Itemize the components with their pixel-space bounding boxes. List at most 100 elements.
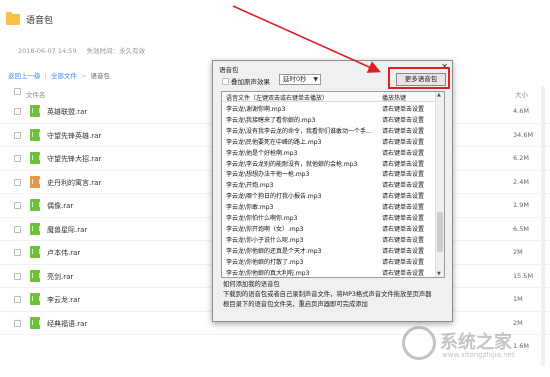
- voice-file-row[interactable]: 李云龙\开炮.mp3 请右键单击设置: [222, 179, 436, 189]
- voice-file-row[interactable]: 李云龙\谢谢你啊.mp3 请右键单击设置: [222, 103, 436, 113]
- file-checkbox[interactable]: [14, 202, 21, 209]
- overlay-checkbox[interactable]: [222, 77, 229, 85]
- breadcrumb-separator: |: [44, 72, 47, 80]
- voice-file-hotkey[interactable]: 请右键单击设置: [382, 246, 424, 255]
- rar-file-icon: [30, 269, 40, 282]
- site-watermark: 系统之家 www.xitongzhijia.net: [402, 322, 548, 366]
- scroll-up-icon[interactable]: ▲: [437, 92, 441, 98]
- voice-file-name[interactable]: 李云龙\没有我李云龙的命令，我看你们谁敢动一个手...: [226, 126, 378, 135]
- voice-file-hotkey[interactable]: 请右键单击设置: [382, 257, 424, 266]
- voice-file-row[interactable]: 李云龙\你他娘的还真是个天才.mp3 请右键单击设置: [222, 245, 436, 255]
- file-name[interactable]: 魔兽星际.rar: [47, 225, 87, 235]
- rar-file-icon: [30, 316, 40, 329]
- voice-file-name[interactable]: 李云龙\你他娘的还真是个天才.mp3: [226, 246, 378, 255]
- scroll-thumb[interactable]: [437, 212, 443, 252]
- file-checkbox[interactable]: [14, 272, 21, 280]
- voice-file-table: 语音文件（左键双击或右键单击播放） 播放热键 李云龙\谢谢你啊.mp3 请右键单击…: [221, 91, 445, 278]
- voice-file-row[interactable]: 李云龙\你怕什么啊你.mp3 请右键单击设置: [222, 212, 436, 222]
- voice-file-row[interactable]: 李云龙\你敢.mp3 请右键单击设置: [222, 201, 436, 211]
- voice-file-hotkey[interactable]: 请右键单击设置: [382, 126, 424, 135]
- file-size: 34.6M: [513, 130, 534, 139]
- voice-file-hotkey[interactable]: 请右键单击设置: [382, 169, 424, 178]
- voice-file-hotkey[interactable]: 请右键单击设置: [382, 137, 424, 146]
- file-name[interactable]: 守望先锋大招.rar: [47, 154, 101, 164]
- breadcrumb-arrow: >: [80, 72, 87, 80]
- voice-file-hotkey[interactable]: 请右键单击设置: [382, 104, 424, 113]
- file-name[interactable]: 英雄联盟.rar: [47, 107, 87, 117]
- voice-file-row[interactable]: 李云龙\你小子说什么呢.mp3 请右键单击设置: [222, 234, 436, 244]
- file-size: 15.5M: [513, 271, 534, 280]
- file-checkbox[interactable]: [14, 131, 21, 139]
- file-checkbox[interactable]: [14, 296, 21, 303]
- voice-file-hotkey[interactable]: 请右键单击设置: [382, 213, 424, 222]
- voice-file-name[interactable]: 李云龙\你小子说什么呢.mp3: [226, 235, 378, 244]
- breadcrumb-all-files-link[interactable]: 全部文件: [51, 72, 77, 80]
- column-size[interactable]: 大小: [515, 89, 528, 99]
- voice-file-row[interactable]: 李云龙\你他娘的打散了.mp3 请右键单击设置: [222, 256, 436, 266]
- file-size: 6.5M: [513, 224, 529, 233]
- file-name[interactable]: 守望先锋英雄.rar: [47, 131, 101, 141]
- voice-file-name[interactable]: 李云龙\我接瞎来了看你娘的.mp3: [226, 115, 378, 124]
- voice-file-name[interactable]: 李云龙\你开炮啊（女）.mp3: [226, 224, 378, 233]
- voice-file-row[interactable]: 李云龙\我接瞎来了看你娘的.mp3 请右键单击设置: [222, 114, 436, 124]
- voice-file-name[interactable]: 李云龙\你敢.mp3: [226, 202, 378, 211]
- delay-select[interactable]: 延时0秒 ▼: [279, 74, 321, 85]
- file-checkbox[interactable]: [14, 319, 21, 327]
- folder-icon: [6, 12, 20, 25]
- file-name[interactable]: 卢本伟.rar: [47, 248, 80, 258]
- file-checkbox[interactable]: [14, 155, 21, 162]
- voice-file-name[interactable]: 李云龙\你怕什么啊你.mp3: [226, 213, 378, 222]
- watermark-url: www.xitongzhijia.net: [442, 351, 515, 359]
- file-name[interactable]: 亮剑.rar: [47, 272, 73, 282]
- voice-file-name[interactable]: 李云龙\你他娘的真大利啦.mp3: [226, 268, 378, 277]
- voice-file-name[interactable]: 李云龙\你他娘的打散了.mp3: [226, 257, 378, 266]
- voice-file-hotkey[interactable]: 请右键单击设置: [382, 235, 424, 244]
- rar-file-icon: [30, 175, 40, 188]
- voice-file-hotkey[interactable]: 请右键单击设置: [382, 115, 424, 124]
- voice-file-row[interactable]: 李云龙\你开炮啊（女）.mp3 请右键单击设置: [222, 223, 436, 233]
- overlay-option[interactable]: 叠加原声效果: [222, 76, 270, 86]
- share-meta: 2018-06-07 14:59 失效时间：永久有效: [18, 45, 153, 55]
- voice-file-row[interactable]: 李云龙\没有我李云龙的命令，我看你们谁敢动一个手... 请右键单击设置: [222, 125, 436, 135]
- file-name[interactable]: 李云龙.rar: [47, 295, 80, 305]
- voice-file-hotkey[interactable]: 请右键单击设置: [382, 268, 424, 277]
- column-filename[interactable]: 文件名: [26, 89, 46, 99]
- file-checkbox[interactable]: [14, 178, 21, 186]
- voice-file-name[interactable]: 李云龙\民他要死在中峰的路上.mp3: [226, 137, 378, 146]
- file-size: 2.4M: [513, 177, 529, 186]
- breadcrumb-back-link[interactable]: 返回上一级: [8, 72, 41, 80]
- voice-file-hotkey[interactable]: 请右键单击设置: [382, 202, 424, 211]
- scroll-down-icon[interactable]: ▼: [437, 271, 441, 277]
- rar-file-icon: [30, 128, 40, 141]
- voice-file-row[interactable]: 李云龙\哪个狗日的打我小报告.mp3 请右键单击设置: [222, 190, 436, 200]
- more-voice-packs-button[interactable]: 更多语音包: [396, 73, 446, 86]
- file-name[interactable]: 经典福语.rar: [47, 319, 87, 329]
- voice-file-hotkey[interactable]: 请右键单击设置: [382, 191, 424, 200]
- table-scrollbar[interactable]: ▲ ▼: [435, 92, 444, 277]
- voice-file-name[interactable]: 李云龙\谢谢你啊.mp3: [226, 104, 378, 113]
- instructions: 如何添加我的语音包 下载到的语音包或者自己录制声音文件，将MP3格式声音文件拖放…: [223, 280, 447, 310]
- voice-file-name[interactable]: 李云龙\他是个好枪啊.mp3: [226, 148, 378, 157]
- voice-file-row[interactable]: 李云龙\李云龙别的能耐没有，就他娘的会枪.mp3 请右键单击设置: [222, 158, 436, 168]
- voice-file-name[interactable]: 李云龙\想想办法干他一枪.mp3: [226, 169, 378, 178]
- file-checkbox[interactable]: [14, 249, 21, 256]
- file-checkbox[interactable]: [14, 108, 21, 115]
- select-all-checkbox[interactable]: [14, 88, 21, 95]
- file-name[interactable]: 偶像.rar: [47, 201, 73, 211]
- voice-pack-dialog: 语音包 ✕ 叠加原声效果 延时0秒 ▼ 更多语音包 语音文件（左键双击或右键单击…: [212, 60, 453, 322]
- voice-file-row[interactable]: 李云龙\你他娘的真大利啦.mp3 请右键单击设置: [222, 267, 436, 277]
- file-checkbox[interactable]: [14, 225, 21, 233]
- voice-file-name[interactable]: 李云龙\哪个狗日的打我小报告.mp3: [226, 191, 378, 200]
- rar-file-icon: [30, 222, 40, 235]
- voice-file-hotkey[interactable]: 请右键单击设置: [382, 159, 424, 168]
- voice-file-name[interactable]: 李云龙\开炮.mp3: [226, 180, 378, 189]
- voice-file-hotkey[interactable]: 请右键单击设置: [382, 180, 424, 189]
- file-name[interactable]: 史丹利的寓言.rar: [47, 178, 101, 188]
- voice-file-row[interactable]: 李云龙\想想办法干他一枪.mp3 请右键单击设置: [222, 168, 436, 178]
- voice-file-name[interactable]: 李云龙\李云龙别的能耐没有，就他娘的会枪.mp3: [226, 159, 378, 168]
- share-date: 2018-06-07 14:59: [18, 47, 77, 55]
- voice-file-row[interactable]: 李云龙\民他要死在中峰的路上.mp3 请右键单击设置: [222, 136, 436, 146]
- voice-file-hotkey[interactable]: 请右键单击设置: [382, 148, 424, 157]
- voice-file-hotkey[interactable]: 请右键单击设置: [382, 224, 424, 233]
- voice-file-row[interactable]: 李云龙\他是个好枪啊.mp3 请右键单击设置: [222, 147, 436, 157]
